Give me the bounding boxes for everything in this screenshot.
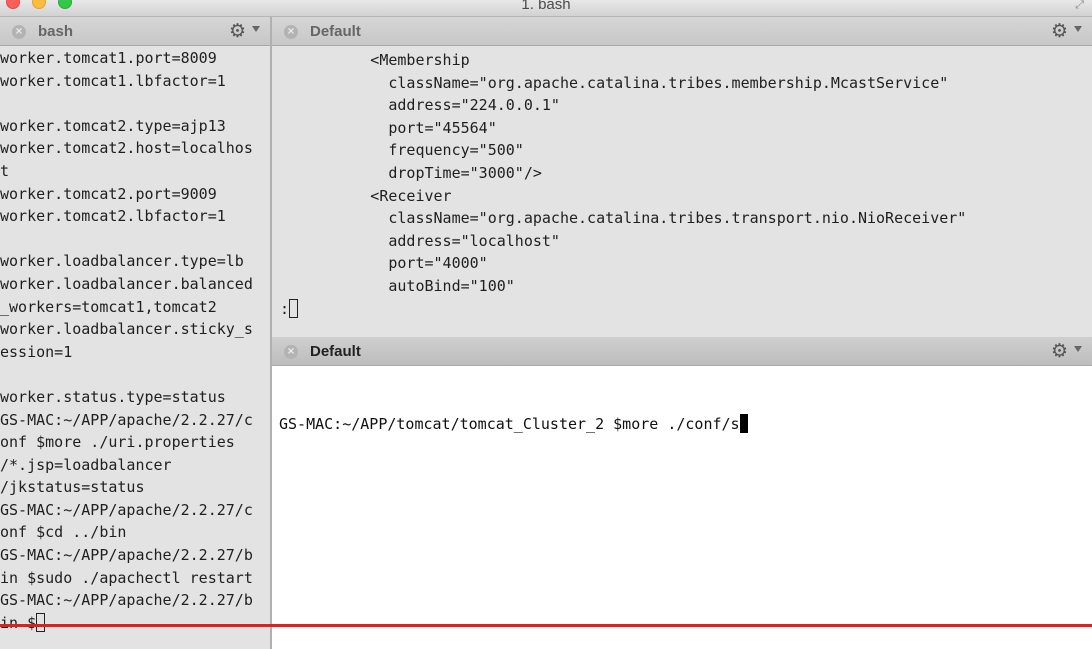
prompt-line[interactable]: : bbox=[280, 298, 1092, 321]
gear-icon[interactable]: ⚙ bbox=[1051, 340, 1068, 362]
terminal-line: worker.tomcat2.host=localhos bbox=[0, 139, 253, 158]
terminal-line: onf $cd ../bin bbox=[0, 523, 127, 542]
terminal-line: /jkstatus=status bbox=[0, 478, 145, 497]
terminal-line: port="4000" bbox=[280, 254, 488, 273]
pane-header-default: × Default ⚙ bbox=[272, 17, 1092, 46]
terminal-line: address="localhost" bbox=[280, 231, 560, 250]
terminal-output[interactable]: <Membership className="org.apache.catali… bbox=[280, 49, 1092, 337]
close-pane-icon[interactable]: × bbox=[12, 25, 26, 39]
video-progress-bar[interactable] bbox=[0, 624, 1092, 627]
text-cursor bbox=[36, 612, 46, 632]
terminal-line: worker.tomcat1.port=8009 bbox=[0, 49, 217, 67]
terminal-line: onf $more ./uri.properties bbox=[0, 433, 235, 452]
pane-header-bash: × bash ⚙ bbox=[0, 17, 270, 46]
terminal-line: worker.tomcat2.lbfactor=1 bbox=[0, 207, 226, 226]
terminal-output[interactable]: GS-MAC:~/APP/tomcat/tomcat_Cluster_2 $mo… bbox=[279, 368, 1092, 649]
terminal-line: GS-MAC:~/APP/apache/2.2.27/c bbox=[0, 410, 253, 429]
terminal-pane-default-bottom[interactable]: × Default ⚙ GS-MAC:~/APP/tomcat/tomcat_C… bbox=[272, 337, 1092, 649]
terminal-line: address="224.0.0.1" bbox=[280, 96, 560, 115]
gear-icon[interactable]: ⚙ bbox=[229, 20, 246, 42]
terminal-line: worker.tomcat2.type=ajp13 bbox=[0, 116, 226, 135]
pane-title: Default bbox=[310, 343, 361, 360]
terminal-line: GS-MAC:~/APP/apache/2.2.27/b bbox=[0, 591, 253, 610]
terminal-line: autoBind="100" bbox=[280, 276, 515, 295]
command-line[interactable]: GS-MAC:~/APP/tomcat/tomcat_Cluster_2 $mo… bbox=[279, 413, 1092, 436]
gear-icon[interactable]: ⚙ bbox=[1051, 20, 1068, 42]
terminal-line: worker.tomcat1.lbfactor=1 bbox=[0, 71, 226, 90]
command-text: GS-MAC:~/APP/tomcat/tomcat_Cluster_2 $mo… bbox=[279, 415, 740, 434]
pane-title: Default bbox=[310, 23, 361, 40]
terminal-line: in $sudo ./apachectl restart bbox=[0, 568, 253, 587]
terminal-line: <Receiver bbox=[280, 186, 452, 205]
prompt-text: : bbox=[280, 299, 290, 318]
pane-header-default-active: × Default ⚙ bbox=[272, 337, 1092, 366]
terminal-line: className="org.apache.catalina.tribes.tr… bbox=[280, 209, 967, 228]
text-cursor bbox=[739, 414, 748, 434]
text-cursor bbox=[289, 298, 299, 318]
terminal-line: className="org.apache.catalina.tribes.me… bbox=[280, 73, 949, 92]
terminal-line: t bbox=[0, 161, 10, 180]
terminal-line: worker.status.type=status bbox=[0, 387, 226, 406]
terminal-line: <Membership bbox=[280, 51, 470, 69]
close-pane-icon[interactable]: × bbox=[284, 25, 298, 39]
prompt-text: in $ bbox=[0, 613, 37, 632]
terminal-line: worker.loadbalancer.type=lb bbox=[0, 252, 244, 271]
terminal-line: worker.loadbalancer.sticky_s bbox=[0, 320, 253, 339]
terminal-line: frequency="500" bbox=[280, 141, 524, 160]
chevron-down-icon[interactable] bbox=[1074, 26, 1082, 32]
terminal-line: GS-MAC:~/APP/apache/2.2.27/b bbox=[0, 546, 253, 565]
terminal-line: /*.jsp=loadbalancer bbox=[0, 455, 172, 474]
fullscreen-icon[interactable]: ⤢ bbox=[1075, 0, 1084, 12]
chevron-down-icon[interactable] bbox=[1074, 346, 1082, 352]
terminal-line: ession=1 bbox=[0, 342, 73, 361]
terminal-pane-default-top[interactable]: × Default ⚙ <Membership className="org.a… bbox=[272, 17, 1092, 337]
window-titlebar: 1. bash ⤢ bbox=[0, 0, 1092, 17]
close-pane-icon[interactable]: × bbox=[284, 345, 298, 359]
pane-title: bash bbox=[38, 23, 74, 40]
chevron-down-icon[interactable] bbox=[252, 26, 260, 32]
terminal-pane-bash[interactable]: × bash ⚙ worker.tomcat1.port=8009 worker.… bbox=[0, 17, 270, 649]
window-title: 1. bash bbox=[521, 0, 571, 13]
terminal-line: worker.loadbalancer.balanced bbox=[0, 274, 253, 293]
terminal-line: GS-MAC:~/APP/apache/2.2.27/c bbox=[0, 500, 253, 519]
terminal-line: port="45564" bbox=[280, 118, 497, 137]
terminal-line: worker.tomcat2.port=9009 bbox=[0, 184, 217, 203]
terminal-line: _workers=tomcat1,tomcat2 bbox=[0, 297, 217, 316]
terminal-line: dropTime="3000"/> bbox=[280, 163, 542, 182]
terminal-output[interactable]: worker.tomcat1.port=8009 worker.tomcat1.l… bbox=[0, 47, 270, 649]
